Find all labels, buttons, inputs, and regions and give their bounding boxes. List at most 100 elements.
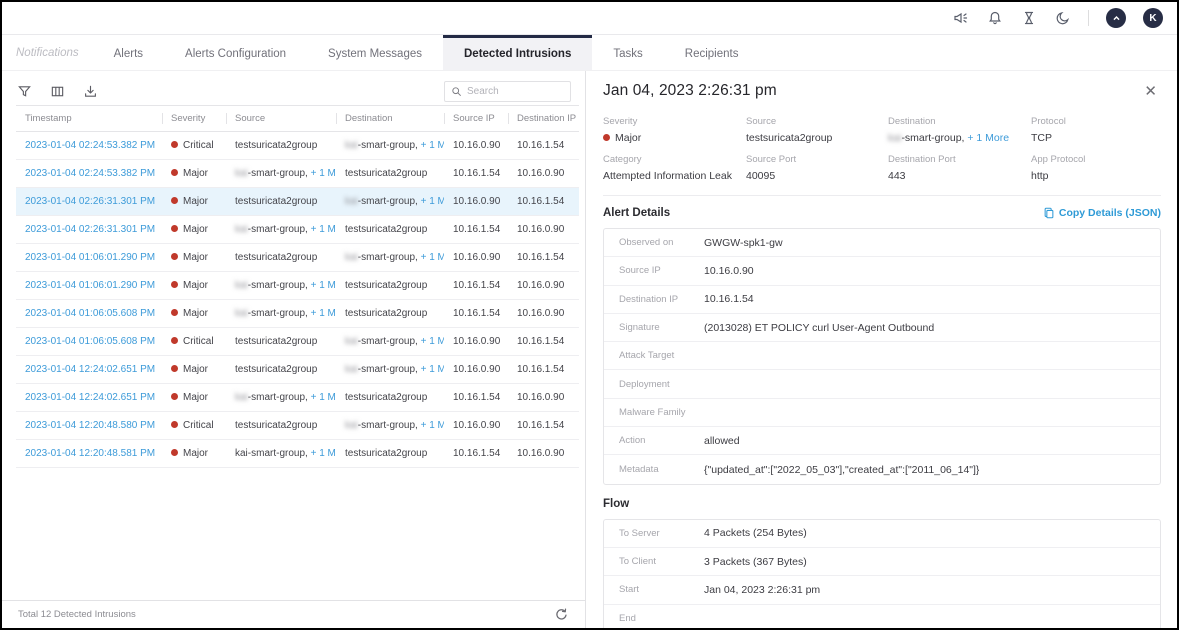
user-avatar[interactable]: K: [1143, 8, 1163, 28]
hourglass-icon[interactable]: [1020, 10, 1037, 27]
search-input[interactable]: [467, 86, 564, 97]
cell-source-ip: 10.16.0.90: [444, 188, 508, 216]
table-row[interactable]: 2023-01-04 12:24:02.651 PMMajorkai-smart…: [16, 384, 579, 412]
more-link[interactable]: + 1 More: [308, 280, 336, 291]
severity-dot: [171, 169, 178, 176]
more-link[interactable]: + 1 More: [418, 140, 444, 151]
timestamp-link[interactable]: 2023-01-04 01:06:05.608 PM: [25, 308, 155, 319]
cell-destination: testsuricata2group: [336, 272, 444, 300]
cell-timestamp: 2023-01-04 02:24:53.382 PM: [16, 132, 162, 160]
cell-source-ip: 10.16.1.54: [444, 160, 508, 188]
announcement-icon[interactable]: [952, 10, 969, 27]
more-link[interactable]: + 1 More: [418, 420, 444, 431]
column-header-source[interactable]: Source: [226, 106, 336, 132]
more-link[interactable]: + 1 More: [308, 224, 336, 235]
table-row[interactable]: 2023-01-04 12:24:02.651 PMMajortestsuric…: [16, 356, 579, 384]
moon-icon[interactable]: [1054, 10, 1071, 27]
tab-alerts-configuration[interactable]: Alerts Configuration: [164, 35, 307, 70]
tab-detected-intrusions[interactable]: Detected Intrusions: [443, 35, 592, 70]
more-link[interactable]: + 1 More: [418, 336, 444, 347]
avatar-initial: K: [1149, 13, 1156, 24]
timestamp-link[interactable]: 2023-01-04 01:06:05.608 PM: [25, 336, 155, 347]
field-label: To Client: [619, 556, 704, 567]
more-link[interactable]: + 1 More: [418, 252, 444, 263]
column-header-source-ip[interactable]: Source IP: [444, 106, 508, 132]
refresh-icon[interactable]: [554, 607, 569, 622]
summary-field-source-port: Source Port40095: [746, 154, 888, 182]
redacted-text: kai: [235, 224, 248, 235]
timestamp-link[interactable]: 2023-01-04 01:06:01.290 PM: [25, 280, 155, 291]
table-row[interactable]: 2023-01-04 02:24:53.382 PMMajorkai-smart…: [16, 160, 579, 188]
tab-system-messages[interactable]: System Messages: [307, 35, 443, 70]
download-icon[interactable]: [82, 83, 98, 99]
timestamp-link[interactable]: 2023-01-04 01:06:01.290 PM: [25, 252, 155, 263]
table-row[interactable]: 2023-01-04 12:20:48.581 PMMajorkai-smart…: [16, 440, 579, 468]
columns-icon[interactable]: [49, 83, 65, 99]
summary-field-destination: Destinationkai-smart-group, + 1 More: [888, 116, 1031, 144]
redacted-text: kai: [235, 392, 248, 403]
detail-row-action: Actionallowed: [604, 427, 1160, 455]
timestamp-link[interactable]: 2023-01-04 02:24:53.382 PM: [25, 140, 155, 151]
column-header-destination[interactable]: Destination: [336, 106, 444, 132]
cell-destination-ip: 10.16.0.90: [508, 272, 579, 300]
more-link[interactable]: + 1 More: [308, 308, 336, 319]
timestamp-link[interactable]: 2023-01-04 12:20:48.580 PM: [25, 420, 155, 431]
redacted-text: kai: [345, 420, 358, 431]
list-toolbar: [16, 80, 571, 102]
redacted-text: kai: [345, 336, 358, 347]
cell-source: testsuricata2group: [226, 188, 336, 216]
table-row[interactable]: 2023-01-04 12:20:48.580 PMCriticaltestsu…: [16, 412, 579, 440]
timestamp-link[interactable]: 2023-01-04 02:26:31.301 PM: [25, 224, 155, 235]
redacted-text: kai: [345, 252, 358, 263]
severity-dot: [171, 337, 178, 344]
column-header-timestamp[interactable]: Timestamp: [16, 106, 162, 132]
timestamp-link[interactable]: 2023-01-04 02:24:53.382 PM: [25, 168, 155, 179]
tab-recipients[interactable]: Recipients: [664, 35, 760, 70]
cell-destination: testsuricata2group: [336, 440, 444, 468]
table-row[interactable]: 2023-01-04 02:26:31.301 PMMajorkai-smart…: [16, 216, 579, 244]
field-value: {"updated_at":["2022_05_03"],"created_at…: [704, 464, 979, 476]
cell-timestamp: 2023-01-04 12:24:02.651 PM: [16, 356, 162, 384]
table-row[interactable]: 2023-01-04 01:06:01.290 PMMajorkai-smart…: [16, 272, 579, 300]
detail-row-start: StartJan 04, 2023 2:26:31 pm: [604, 576, 1160, 604]
tab-tasks[interactable]: Tasks: [592, 35, 663, 70]
more-link[interactable]: + 1 More: [308, 448, 336, 459]
field-label: To Server: [619, 528, 704, 539]
timestamp-link[interactable]: 2023-01-04 02:26:31.301 PM: [25, 196, 155, 207]
cell-destination-ip: 10.16.1.54: [508, 132, 579, 160]
cell-source: testsuricata2group: [226, 328, 336, 356]
cell-severity: Major: [162, 244, 226, 272]
more-link[interactable]: + 1 More: [418, 364, 444, 375]
column-header-destination-ip[interactable]: Destination IP: [508, 106, 579, 132]
table-row[interactable]: 2023-01-04 01:06:05.608 PMMajorkai-smart…: [16, 300, 579, 328]
cell-destination: kai-smart-group, + 1 More: [336, 188, 444, 216]
copy-details-json-button[interactable]: Copy Details (JSON): [1043, 207, 1161, 219]
field-label: Signature: [619, 322, 704, 333]
cell-timestamp: 2023-01-04 01:06:01.290 PM: [16, 272, 162, 300]
filter-icon[interactable]: [16, 83, 32, 99]
timestamp-link[interactable]: 2023-01-04 12:24:02.651 PM: [25, 392, 155, 403]
column-header-severity[interactable]: Severity: [162, 106, 226, 132]
close-icon[interactable]: ✕: [1140, 82, 1161, 101]
logo-chevron-up-icon[interactable]: [1106, 8, 1126, 28]
table-row[interactable]: 2023-01-04 02:26:31.301 PMMajortestsuric…: [16, 188, 579, 216]
severity-dot: [171, 449, 178, 456]
field-label: App Protocol: [1031, 154, 1153, 165]
tab-alerts[interactable]: Alerts: [93, 35, 164, 70]
cell-source: kai-smart-group, + 1 More: [226, 160, 336, 188]
cell-source-ip: 10.16.1.54: [444, 440, 508, 468]
timestamp-link[interactable]: 2023-01-04 12:20:48.581 PM: [25, 448, 155, 459]
more-link[interactable]: + 1 More: [418, 196, 444, 207]
table-row[interactable]: 2023-01-04 02:24:53.382 PMCriticaltestsu…: [16, 132, 579, 160]
cell-destination-ip: 10.16.1.54: [508, 244, 579, 272]
table-row[interactable]: 2023-01-04 01:06:05.608 PMCriticaltestsu…: [16, 328, 579, 356]
table-row[interactable]: 2023-01-04 01:06:01.290 PMMajortestsuric…: [16, 244, 579, 272]
bell-icon[interactable]: [986, 10, 1003, 27]
cell-timestamp: 2023-01-04 01:06:05.608 PM: [16, 300, 162, 328]
more-link[interactable]: + 1 More: [308, 392, 336, 403]
timestamp-link[interactable]: 2023-01-04 12:24:02.651 PM: [25, 364, 155, 375]
cell-severity: Major: [162, 272, 226, 300]
more-link[interactable]: + 1 More: [964, 132, 1009, 144]
page-title: Notifications: [14, 35, 93, 70]
more-link[interactable]: + 1 More: [308, 168, 336, 179]
